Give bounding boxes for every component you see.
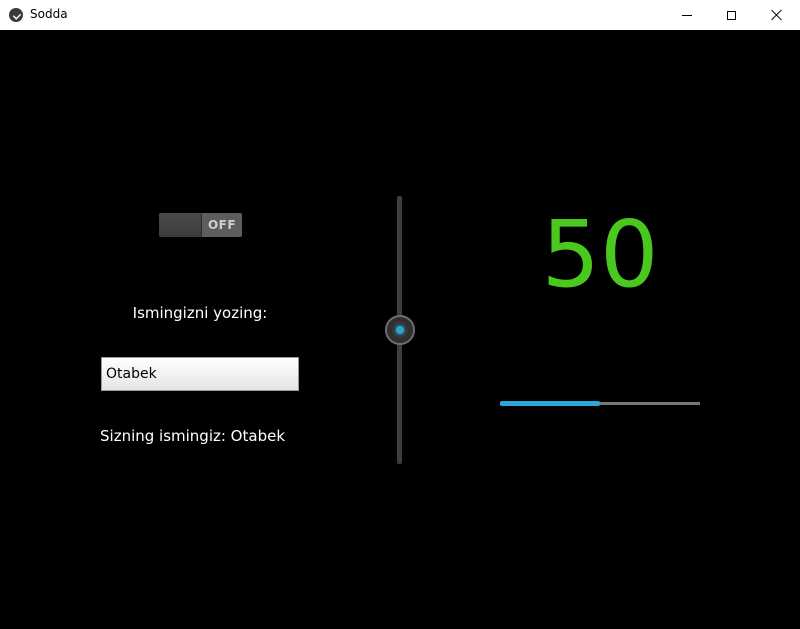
close-icon	[771, 9, 783, 21]
result-label: Sizning ismingiz: Otabek	[100, 427, 286, 445]
toggle-switch[interactable]: OFF	[159, 213, 242, 237]
vertical-slider-thumb[interactable]	[385, 315, 415, 345]
maximize-button[interactable]	[708, 0, 754, 30]
close-button[interactable]	[754, 0, 800, 30]
window-title: Sodda	[30, 7, 68, 21]
toggle-state-label: OFF	[207, 218, 237, 232]
maximize-icon	[726, 10, 736, 20]
title-bar: Sodda	[0, 0, 800, 30]
toggle-knob[interactable]	[159, 213, 202, 237]
app-icon	[9, 8, 23, 22]
name-input[interactable]	[101, 357, 299, 391]
progress-bar	[500, 401, 700, 406]
slider-value-display: 50	[541, 201, 659, 308]
minimize-button[interactable]	[664, 0, 710, 30]
minimize-icon	[682, 14, 692, 16]
name-prompt-label: Ismingizni yozing:	[132, 304, 268, 322]
progress-bar-fill	[500, 401, 600, 406]
